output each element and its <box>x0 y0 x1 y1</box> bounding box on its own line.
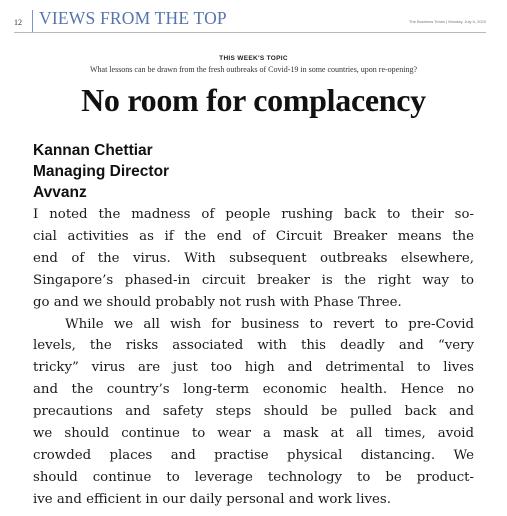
body-line: Singapore’s phased-in circuit breaker is… <box>33 272 474 288</box>
masthead-dateline: The Business Times | Monday, July 6, 202… <box>408 19 486 24</box>
body-line: we should continue to wear a mask at all… <box>33 426 474 442</box>
body-line: and the country’s long-term economic hea… <box>33 382 474 398</box>
page-number: 12 <box>14 18 22 27</box>
body-line: go and we should probably not rush with … <box>33 294 402 310</box>
body-line: ive and efficient in our daily personal … <box>33 491 391 507</box>
body-line: While we all wish for business to revert… <box>65 316 474 332</box>
author-role: Managing Director <box>33 163 170 180</box>
body-line: precautions and safety steps should be p… <box>33 404 474 420</box>
page-header: 12 VIEWS FROM THE TOP The Business Times… <box>14 8 486 32</box>
body-line: I noted the madness of people rushing ba… <box>33 207 474 222</box>
header-divider <box>32 10 33 32</box>
article-body: I noted the madness of people rushing ba… <box>33 204 474 511</box>
article-headline: No room for complacency <box>81 82 426 118</box>
body-line: should continue to leverage technology t… <box>33 469 474 485</box>
byline: Kannan Chettiar Managing Director Avvanz <box>33 140 169 203</box>
body-line: cial activities as if the end of Circuit… <box>33 228 474 244</box>
newspaper-page: 12 VIEWS FROM THE TOP The Business Times… <box>0 0 507 516</box>
body-line: levels, the risks associated with this d… <box>33 338 474 354</box>
paragraph-2: While we all wish for business to revert… <box>33 314 474 511</box>
topic-question: What lessons can be drawn from the fresh… <box>89 65 418 74</box>
body-line: end of the virus. With subsequent outbre… <box>33 250 474 266</box>
body-line: tricky” virus are just too high and detr… <box>33 360 474 376</box>
paragraph-1: I noted the madness of people rushing ba… <box>33 204 474 314</box>
topic-label: THIS WEEK'S TOPIC <box>219 55 288 62</box>
author-name: Kannan Chettiar <box>33 142 153 159</box>
section-title: VIEWS FROM THE TOP <box>39 8 227 28</box>
author-company: Avvanz <box>33 184 87 201</box>
header-rule <box>14 32 486 33</box>
body-line: crowded places and practise physical dis… <box>33 447 474 463</box>
